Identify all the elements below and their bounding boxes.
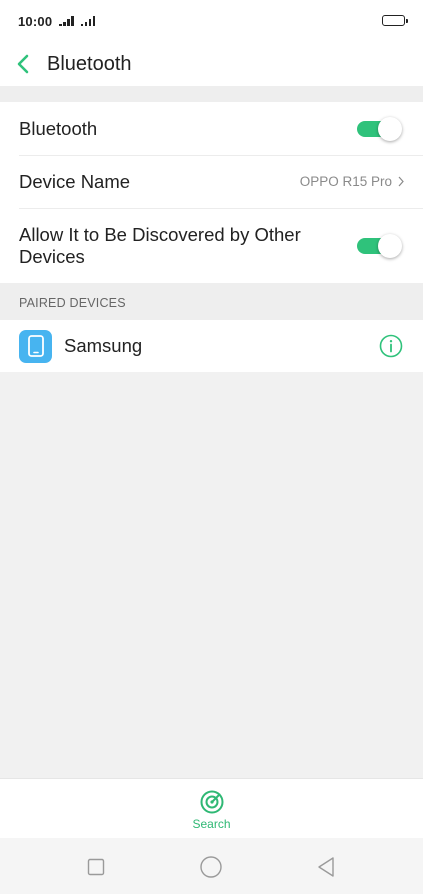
list-item[interactable]: Samsung [0,320,423,372]
triangle-back-icon [318,857,334,877]
paired-devices-title: PAIRED DEVICES [19,296,126,310]
device-name: Samsung [64,335,143,356]
page-title: Bluetooth [47,52,132,75]
device-info-button[interactable] [378,333,404,359]
signal-icon [59,16,74,26]
bottom-action-bar: Search [0,778,423,838]
phone-icon [19,329,52,363]
status-bar: 10:00 [0,0,423,42]
search-label: Search [192,816,231,831]
settings-list: Bluetooth Device Name OPPO R15 Pro Allow… [0,102,423,283]
header: Bluetooth [0,42,423,86]
back-nav-button[interactable] [314,855,338,879]
device-name-label: Device Name [19,170,131,192]
discoverable-label: Allow It to Be Discovered by Other Devic… [19,223,301,267]
recents-button[interactable] [84,855,108,879]
discoverable-row: Allow It to Be Discovered by Other Devic… [0,208,423,283]
bluetooth-label: Bluetooth [19,117,98,139]
device-name-row[interactable]: Device Name OPPO R15 Pro [0,155,423,208]
back-button[interactable] [0,42,46,86]
paired-devices-header: PAIRED DEVICES [0,283,423,320]
section-divider [0,86,423,102]
search-button[interactable]: Search [192,787,231,831]
battery-icon [382,15,408,26]
discoverable-toggle[interactable] [356,233,404,258]
system-nav-bar [0,838,423,894]
bluetooth-toggle[interactable] [356,116,404,141]
info-icon [379,334,403,358]
paired-devices-list: Samsung [0,320,423,372]
bluetooth-row: Bluetooth [0,102,423,155]
device-name-value: OPPO R15 Pro [299,174,392,189]
status-time: 10:00 [18,13,53,29]
device-name-value-wrap: OPPO R15 Pro [300,174,404,189]
square-icon [87,858,105,876]
home-button[interactable] [199,855,223,879]
signal-icon [80,16,96,26]
chevron-right-icon [398,176,404,187]
chevron-left-icon [17,54,29,74]
radar-search-icon [200,790,223,813]
circle-icon [200,856,222,878]
